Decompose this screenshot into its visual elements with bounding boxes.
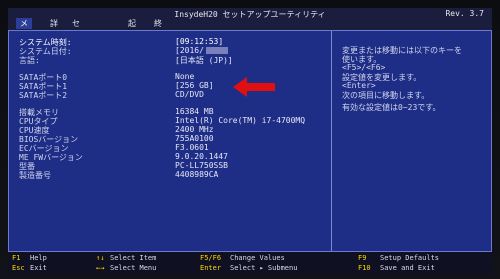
language-label: 言語: — [19, 56, 40, 65]
f1-key: F1 — [12, 254, 21, 262]
f1-desc: Help — [30, 254, 47, 262]
settings-list: システム時刻: [09:12:53] システム日付: [2016/ 言語: [日… — [9, 31, 331, 251]
cpu-speed-value: 2400 MHz — [175, 125, 214, 134]
serial-number-value: 4408989CA — [175, 170, 219, 179]
main-panel: システム時刻: [09:12:53] システム日付: [2016/ 言語: [日… — [8, 30, 492, 252]
system-date-value[interactable]: [2016/ — [175, 46, 228, 55]
leftright-desc: Select Menu — [110, 264, 157, 272]
cpu-type-value: Intel(R) Core(TM) i7-4700MQ — [175, 116, 306, 125]
ec-version-value: F3.0601 — [175, 143, 209, 152]
enter-key: Enter — [200, 264, 222, 272]
help-line: 次の項目に移動します。 — [342, 91, 430, 100]
panel-divider — [331, 31, 332, 251]
title-bar: InsydeH20 セットアップユーティリティ Rev. 3.7 メイン 詳細 … — [8, 8, 492, 83]
help-line: <Enter> — [342, 81, 376, 90]
system-date-text: [2016/ — [175, 46, 204, 55]
f10-key: F10 — [358, 264, 371, 272]
f10-desc: Save and Exit — [380, 264, 435, 272]
tab-main[interactable]: メイン — [16, 18, 32, 50]
enter-desc: Select ▸ Submenu — [230, 264, 298, 272]
me-fw-version-value: 9.0.20.1447 — [175, 152, 228, 161]
tab-exit[interactable]: 終了 — [150, 18, 166, 39]
leftright-key: ←→ — [96, 264, 105, 272]
system-time-value[interactable]: [09:12:53] — [175, 37, 223, 46]
serial-number-label: 製造番号 — [19, 171, 51, 180]
updown-desc: Select Item — [110, 254, 157, 262]
help-line: 有効な設定値は0~23です。 — [342, 103, 441, 112]
esc-desc: Exit — [30, 264, 47, 272]
help-panel: 変更または移動には以下のキーを 使います。 <F5>/<F6> 設定値を変更しま… — [334, 31, 491, 251]
tab-boot[interactable]: 起動 — [124, 18, 140, 39]
bios-version-value: 755A0100 — [175, 134, 214, 143]
f5f6-key: F5/F6 — [200, 254, 222, 262]
sata-port1-value[interactable]: [256 GB] — [175, 81, 214, 90]
bios-screen: InsydeH20 セットアップユーティリティ Rev. 3.7 メイン 詳細 … — [0, 0, 500, 279]
revision-label: Rev. 3.7 — [445, 9, 484, 18]
redacted-date-block — [205, 47, 228, 54]
key-legend-bar: F1 Help ↑↓ Select Item F5/F6 Change Valu… — [8, 252, 492, 274]
tab-security[interactable]: セキュリティ — [68, 18, 84, 83]
sata-port0-value: None — [175, 72, 195, 81]
f5f6-desc: Change Values — [230, 254, 285, 262]
sata-port2-value: CD/DVD — [175, 90, 204, 99]
tab-advanced[interactable]: 詳細 — [46, 18, 62, 39]
model-number-value: PC-LL750SSB — [175, 161, 228, 170]
red-arrow-icon — [233, 77, 275, 97]
updown-key: ↑↓ — [96, 254, 105, 262]
installed-memory-value: 16384 MB — [175, 107, 214, 116]
sata-port2-label: SATAポート2 — [19, 91, 68, 100]
esc-key: Esc — [12, 264, 25, 272]
language-value[interactable]: [日本語 (JP)] — [175, 55, 233, 66]
help-line: <F5>/<F6> — [342, 63, 386, 72]
f9-desc: Setup Defaults — [380, 254, 440, 262]
f9-key: F9 — [358, 254, 367, 262]
